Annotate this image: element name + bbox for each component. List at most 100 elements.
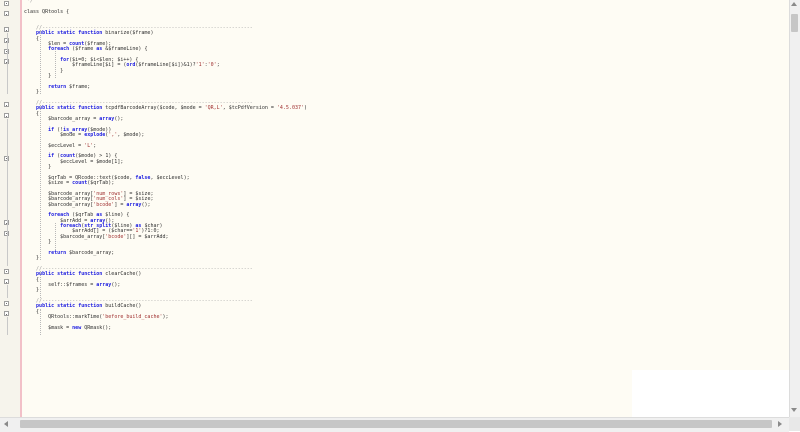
indent-guide: [55, 222, 57, 250]
code-token: new: [72, 324, 82, 331]
code-area[interactable]: */class QRtools { //--------------------…: [24, 0, 784, 417]
code-token: ',': [108, 131, 118, 138]
code-token: &$frameLine) {: [102, 46, 148, 53]
code-token: array: [96, 282, 112, 289]
code-token: ] =: [114, 201, 127, 208]
scroll-right-arrow-icon[interactable]: [778, 421, 782, 427]
minus-glyph: [6, 303, 7, 305]
code-token: foreach: [48, 46, 70, 53]
blank-overlay-panel: [632, 370, 789, 417]
vertical-scrollbar[interactable]: [789, 0, 800, 417]
minus-glyph: [6, 29, 7, 32]
fold-minus-icon[interactable]: [4, 102, 9, 108]
code-token: $frame;: [66, 83, 91, 90]
code-token: );: [162, 314, 169, 321]
code-token: , $mode);: [117, 131, 145, 138]
indent-guide: [40, 271, 42, 298]
code-token: $barcode_array[: [24, 201, 94, 208]
fold-minus-icon[interactable]: [4, 279, 9, 285]
code-token: QRtools::markTime(: [24, 314, 103, 321]
indent-guide: [40, 29, 42, 95]
fold-range-line: [6, 316, 8, 336]
scroll-down-arrow-icon[interactable]: [791, 408, 797, 412]
minus-glyph: [6, 3, 7, 5]
minus-glyph: [6, 13, 7, 16]
code-token: 'before_build_cache': [102, 314, 163, 321]
fold-minus-icon[interactable]: [4, 311, 9, 317]
fold-gutter[interactable]: [0, 0, 21, 417]
scroll-up-arrow-icon[interactable]: [791, 2, 797, 6]
minus-glyph: [6, 271, 7, 273]
code-token: ): [303, 105, 307, 112]
code-line[interactable]: $mask = new QRmask();: [24, 324, 784, 331]
code-token: '0': [207, 62, 217, 69]
code-token: '4.5.037': [276, 105, 304, 112]
scroll-left-arrow-icon[interactable]: [4, 421, 8, 427]
fold-minus-icon[interactable]: [4, 113, 9, 119]
code-token: }: [24, 164, 52, 171]
code-token: }: [24, 89, 40, 96]
code-token: clearCache(): [102, 271, 142, 278]
code-token: array: [99, 115, 115, 122]
minus-glyph: [6, 104, 7, 107]
code-token: false: [135, 174, 151, 181]
code-token: array: [126, 201, 142, 208]
code-token: class QRtools {: [24, 8, 70, 15]
code-token: public static function: [36, 271, 103, 278]
code-token: count: [72, 180, 88, 187]
code-token: ();: [141, 201, 151, 208]
code-token: $mask =: [24, 324, 73, 331]
code-token: public static function: [36, 30, 103, 37]
code-token: }: [24, 73, 52, 80]
indent-guide: [40, 104, 42, 261]
code-token: }: [24, 287, 40, 294]
code-token: return: [48, 249, 67, 256]
code-token: , $eccLevel);: [150, 174, 190, 181]
margin-line: [20, 0, 22, 417]
code-token: public static function: [36, 105, 103, 112]
code-token: ;: [93, 142, 97, 149]
fold-range-line: [6, 284, 8, 298]
fold-range-line: [6, 32, 8, 95]
code-token: public static function: [36, 303, 103, 310]
code-token: ][] = $arrAdd;: [126, 233, 169, 240]
fold-minus-icon[interactable]: [4, 11, 9, 17]
code-token: ();: [114, 115, 124, 122]
code-token: explode: [84, 131, 106, 138]
code-token: '1': [195, 62, 205, 69]
indent-guide: [40, 308, 42, 336]
code-token: return: [48, 83, 67, 90]
vertical-scroll-thumb[interactable]: [791, 14, 798, 32]
code-token: ($frameLine[$i])&1)?: [135, 62, 196, 69]
code-token: 'bcode': [93, 201, 115, 208]
horizontal-scroll-thumb[interactable]: [20, 420, 772, 428]
code-token: $barcode_array =: [24, 115, 100, 122]
code-editor[interactable]: */class QRtools { //--------------------…: [0, 0, 789, 417]
code-token: buildCache(): [102, 303, 142, 310]
code-token: 'QR,L': [204, 105, 223, 112]
minus-glyph: [6, 115, 7, 118]
code-token: $size =: [24, 180, 73, 187]
code-token: binarize($frame): [102, 30, 154, 37]
fold-range-line: [6, 118, 8, 266]
fold-minus-icon[interactable]: [4, 27, 9, 33]
code-token: $barcode_array;: [66, 249, 115, 256]
code-token: $mode =: [24, 131, 85, 138]
code-token: 'L': [84, 142, 94, 149]
code-token: 'bcode': [105, 233, 127, 240]
code-token: ($qrTab);: [87, 180, 115, 187]
code-token: ;: [216, 62, 220, 69]
fold-minus-icon[interactable]: [4, 268, 9, 274]
code-token: QRmask();: [81, 324, 112, 331]
code-token: }: [24, 255, 40, 262]
minus-glyph: [6, 281, 7, 284]
indent-guide: [55, 51, 57, 79]
fold-minus-icon[interactable]: [4, 0, 9, 6]
code-token: ();: [111, 282, 121, 289]
fold-minus-icon[interactable]: [4, 300, 9, 306]
minus-glyph: [6, 313, 7, 316]
code-token: ($frame: [69, 46, 97, 53]
code-token: , $tcPdfVersion =: [222, 105, 277, 112]
code-token: $eccLevel =: [24, 142, 85, 149]
